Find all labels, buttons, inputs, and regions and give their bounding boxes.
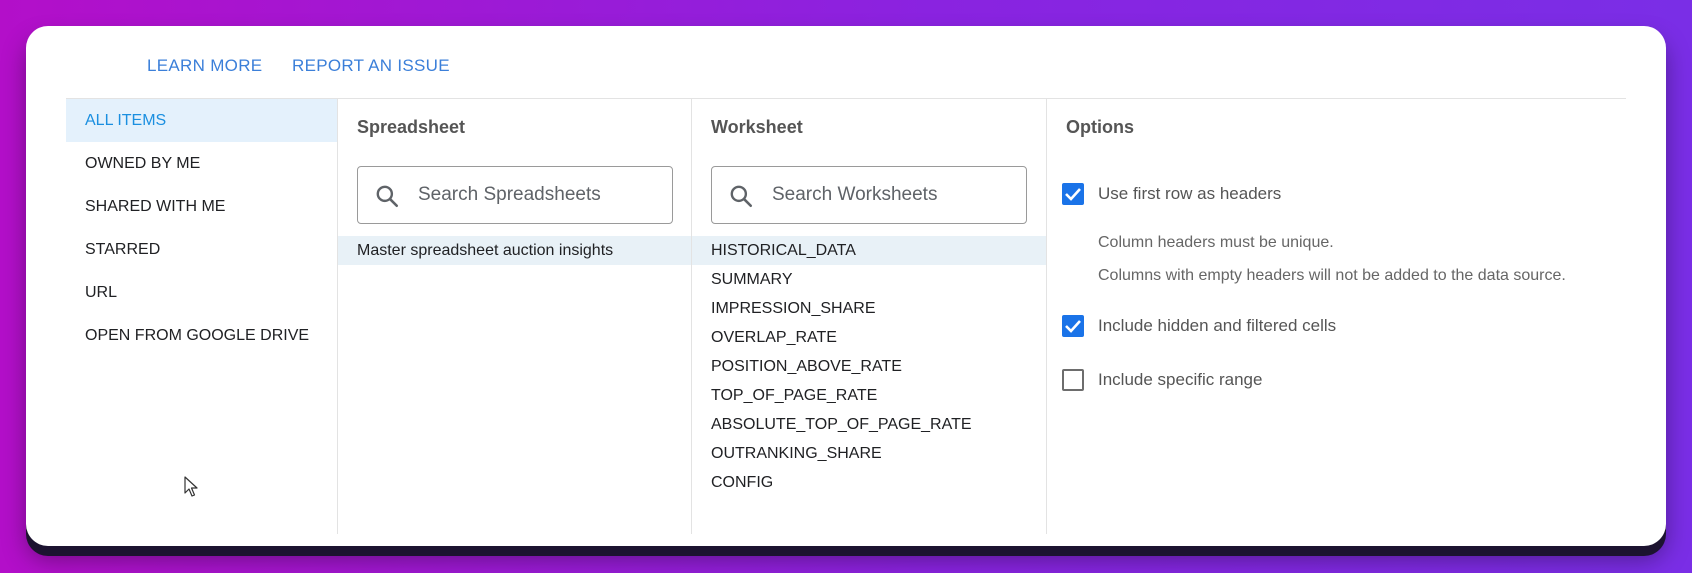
source-url[interactable]: URL bbox=[66, 271, 337, 314]
spreadsheet-list: Master spreadsheet auction insights bbox=[338, 236, 691, 265]
worksheet-item[interactable]: OVERLAP_RATE bbox=[692, 323, 1046, 352]
worksheet-item[interactable]: SUMMARY bbox=[692, 265, 1046, 294]
worksheet-title: Worksheet bbox=[711, 117, 803, 137]
worksheet-item[interactable]: POSITION_ABOVE_RATE bbox=[692, 352, 1046, 381]
learn-more-link[interactable]: LEARN MORE bbox=[147, 56, 262, 76]
source-shared-with-me[interactable]: SHARED WITH ME bbox=[66, 185, 337, 228]
worksheet-item[interactable]: CONFIG bbox=[692, 468, 1046, 497]
search-icon bbox=[376, 185, 399, 208]
source-owned-by-me[interactable]: OWNED BY ME bbox=[66, 142, 337, 185]
spreadsheet-search-box[interactable] bbox=[357, 166, 673, 224]
panels: ALL ITEMS OWNED BY ME SHARED WITH ME STA… bbox=[66, 99, 1626, 534]
worksheet-item[interactable]: OUTRANKING_SHARE bbox=[692, 439, 1046, 468]
include-hidden-checkbox[interactable] bbox=[1062, 315, 1084, 337]
source-open-from-google-drive[interactable]: OPEN FROM GOOGLE DRIVE bbox=[66, 314, 337, 357]
spreadsheet-title: Spreadsheet bbox=[357, 117, 466, 137]
worksheet-list: HISTORICAL_DATA SUMMARY IMPRESSION_SHARE… bbox=[692, 236, 1046, 497]
options-title: Options bbox=[1066, 117, 1134, 137]
top-links: LEARN MORE REPORT AN ISSUE bbox=[26, 26, 1666, 98]
sources-panel: ALL ITEMS OWNED BY ME SHARED WITH ME STA… bbox=[66, 99, 338, 534]
spreadsheet-item[interactable]: Master spreadsheet auction insights bbox=[338, 236, 691, 265]
spreadsheet-panel: Spreadsheet Master spreadsheet auction i… bbox=[338, 99, 692, 534]
search-icon bbox=[730, 185, 753, 208]
worksheet-item[interactable]: HISTORICAL_DATA bbox=[692, 236, 1046, 265]
include-hidden-label: Include hidden and filtered cells bbox=[1098, 316, 1337, 335]
connector-dialog: LEARN MORE REPORT AN ISSUE ALL ITEMS OWN… bbox=[26, 26, 1666, 546]
first-row-headers-checkbox[interactable] bbox=[1062, 183, 1084, 205]
source-starred[interactable]: STARRED bbox=[66, 228, 337, 271]
worksheet-item[interactable]: IMPRESSION_SHARE bbox=[692, 294, 1046, 323]
spreadsheet-search-input[interactable] bbox=[418, 167, 658, 223]
worksheet-item[interactable]: TOP_OF_PAGE_RATE bbox=[692, 381, 1046, 410]
include-range-label: Include specific range bbox=[1098, 370, 1263, 389]
first-row-headers-label: Use first row as headers bbox=[1098, 184, 1282, 203]
mouse-pointer-icon bbox=[184, 476, 198, 497]
worksheet-search-input[interactable] bbox=[772, 167, 1012, 223]
worksheet-item[interactable]: ABSOLUTE_TOP_OF_PAGE_RATE bbox=[692, 410, 1046, 439]
worksheet-panel: Worksheet HISTORICAL_DATA SUMMARY IMPRES… bbox=[692, 99, 1047, 534]
source-all-items[interactable]: ALL ITEMS bbox=[66, 99, 337, 142]
include-range-checkbox[interactable] bbox=[1062, 369, 1084, 391]
report-issue-link[interactable]: REPORT AN ISSUE bbox=[292, 56, 450, 76]
worksheet-search-box[interactable] bbox=[711, 166, 1027, 224]
checkmark-icon bbox=[1065, 320, 1081, 333]
checkmark-icon bbox=[1065, 188, 1081, 201]
note-empty-headers: Columns with empty headers will not be a… bbox=[1098, 267, 1566, 284]
options-panel: Options Use first row as headers Column … bbox=[1047, 99, 1626, 534]
note-headers-unique: Column headers must be unique. bbox=[1098, 234, 1334, 251]
